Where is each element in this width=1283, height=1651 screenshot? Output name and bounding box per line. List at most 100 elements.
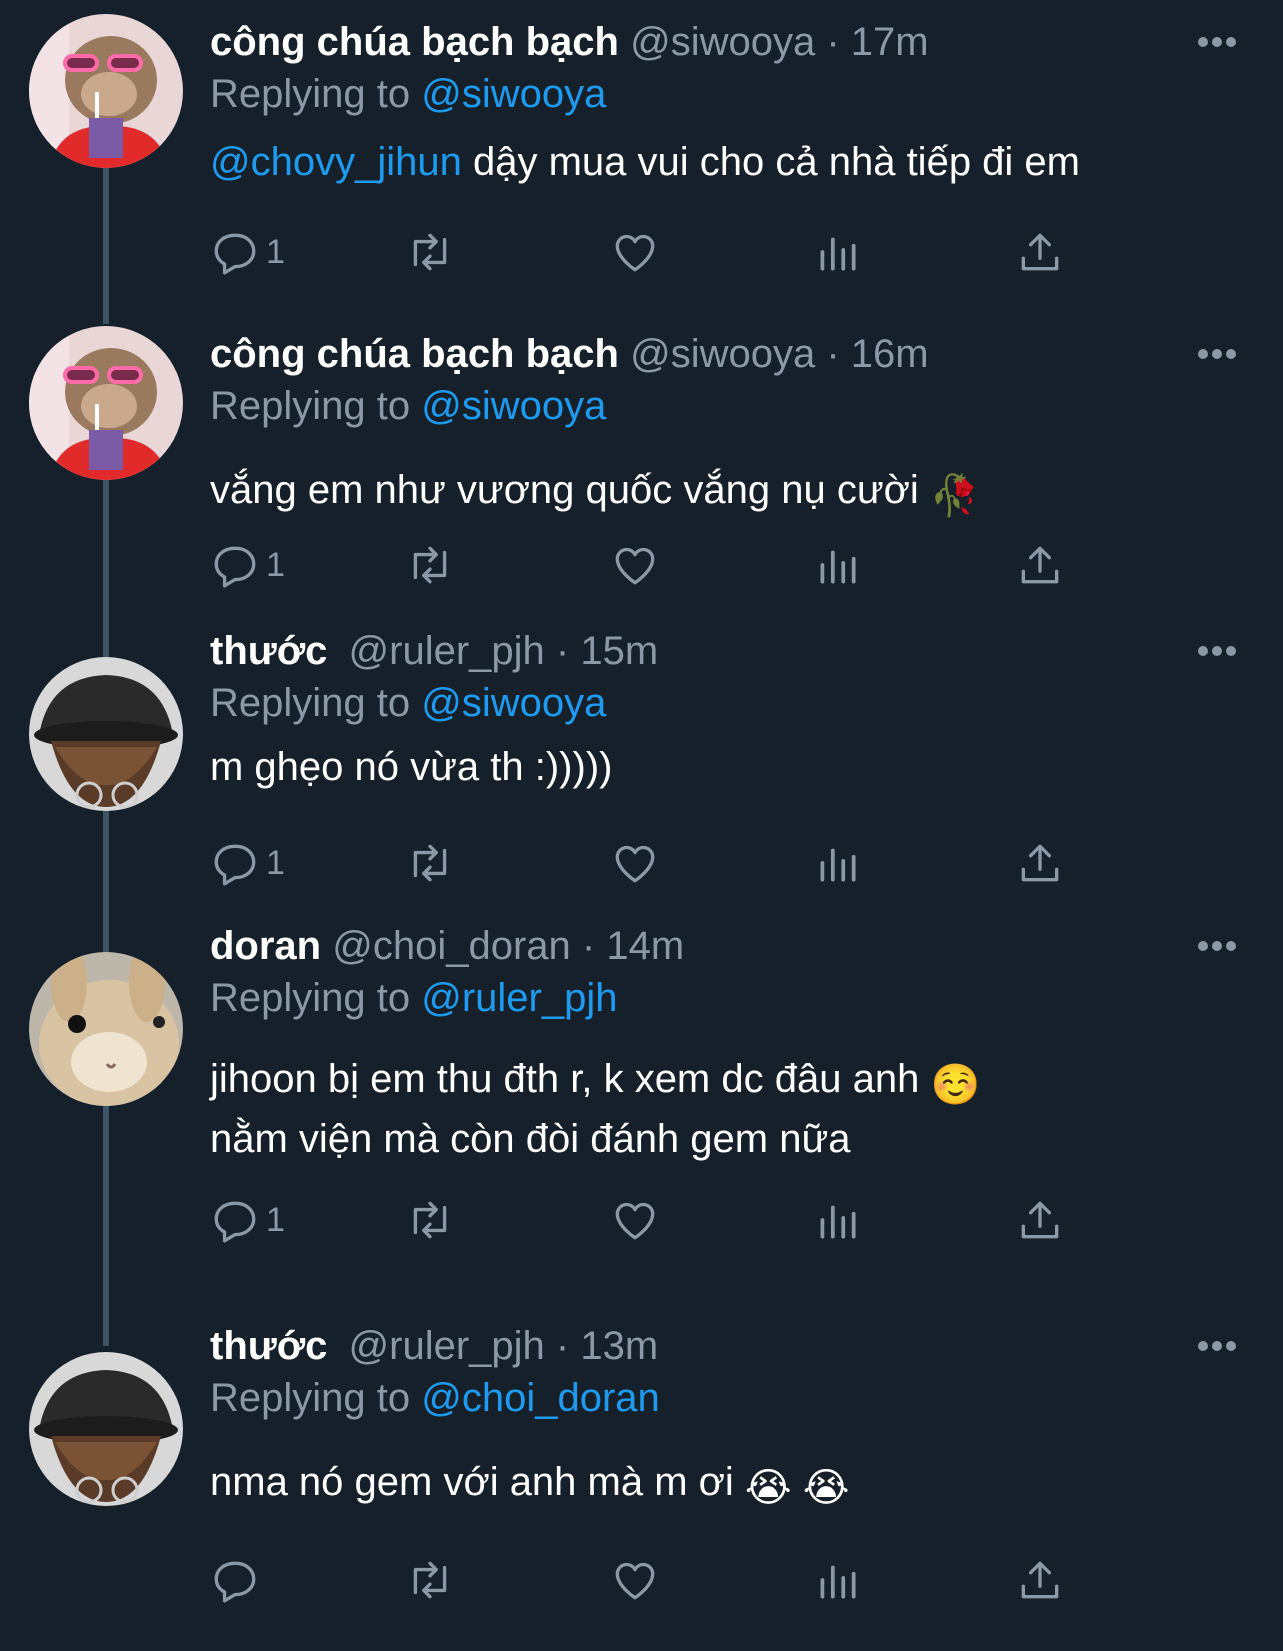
replying-prefix: Replying to: [210, 681, 411, 725]
replying-prefix: Replying to: [210, 384, 411, 428]
more-icon[interactable]: [1197, 1339, 1237, 1353]
share-icon: [1021, 1201, 1059, 1239]
user-handle[interactable]: @siwooya: [630, 20, 815, 64]
replying-mention[interactable]: @siwooya: [421, 384, 606, 428]
like-button[interactable]: [610, 833, 660, 893]
views-button[interactable]: [812, 1550, 862, 1610]
user-handle[interactable]: @choi_doran: [332, 924, 571, 968]
display-name[interactable]: công chúa bạch bạch: [210, 20, 619, 64]
more-icon[interactable]: [1197, 644, 1237, 658]
reply-button[interactable]: 1: [210, 1190, 285, 1250]
replying-mention[interactable]: @choi_doran: [421, 1376, 660, 1420]
like-button[interactable]: [610, 222, 660, 282]
views-icon: [820, 1565, 856, 1599]
wilted-rose-emoji: 🥀: [929, 474, 980, 518]
views-icon: [820, 848, 856, 882]
tweet[interactable]: công chúa bạch bạch @siwooya · 16m Reply…: [0, 310, 1283, 625]
action-bar: 1: [210, 1190, 1130, 1250]
body-text: dậy mua vui cho cả nhà tiếp đi em: [461, 140, 1080, 184]
reply-count: 1: [266, 843, 285, 882]
replying-mention[interactable]: @ruler_pjh: [421, 976, 617, 1020]
display-name[interactable]: thước: [210, 1324, 327, 1368]
share-icon: [1021, 1561, 1059, 1599]
share-button[interactable]: [1015, 833, 1065, 893]
reply-button[interactable]: 1: [210, 833, 285, 893]
like-icon: [615, 1562, 655, 1600]
reply-icon: [214, 546, 256, 588]
body-text-line2: nằm viện mà còn đòi đánh gem nữa: [210, 1117, 851, 1161]
tweet-header: doran @choi_doran · 14m: [210, 920, 684, 972]
retweet-icon: [413, 233, 447, 271]
timestamp[interactable]: · 14m: [582, 924, 684, 968]
share-button[interactable]: [1015, 1550, 1065, 1610]
avatar[interactable]: [29, 326, 183, 480]
tweet-header: thước @ruler_pjh · 15m: [210, 625, 658, 677]
more-icon[interactable]: [1197, 35, 1237, 49]
reply-button[interactable]: [210, 1550, 266, 1610]
timestamp[interactable]: · 16m: [826, 332, 928, 376]
tweet[interactable]: thước @ruler_pjh · 15m Replying to @siwo…: [0, 625, 1283, 920]
views-icon: [820, 550, 856, 584]
share-button[interactable]: [1015, 1190, 1065, 1250]
tweet[interactable]: doran @choi_doran · 14m Replying to @rul…: [0, 920, 1283, 1280]
views-button[interactable]: [812, 833, 862, 893]
user-handle[interactable]: @ruler_pjh: [349, 629, 545, 673]
share-icon: [1021, 844, 1059, 882]
avatar[interactable]: [29, 14, 183, 168]
tweet-text: m ghẹo nó vừa th :))))): [210, 740, 612, 794]
tweet-text: vắng em như vương quốc vắng nụ cười 🥀: [210, 463, 980, 523]
action-bar: [210, 1550, 1130, 1610]
timestamp[interactable]: · 13m: [556, 1324, 658, 1368]
replying-mention[interactable]: @siwooya: [421, 681, 606, 725]
avatar[interactable]: [29, 1352, 183, 1506]
retweet-button[interactable]: [405, 1550, 455, 1610]
smiling-face-emoji: ☺️: [930, 1063, 981, 1107]
reply-count: 1: [266, 545, 285, 584]
like-icon: [615, 547, 655, 585]
display-name[interactable]: thước: [210, 629, 327, 673]
retweet-button[interactable]: [405, 833, 455, 893]
timestamp[interactable]: · 17m: [826, 20, 928, 64]
reply-icon: [214, 1201, 256, 1243]
tweet-header: công chúa bạch bạch @siwooya · 17m: [210, 16, 929, 68]
body-mention[interactable]: @chovy_jihun: [210, 140, 462, 184]
tweet[interactable]: thước @ruler_pjh · 13m Replying to @choi…: [0, 1280, 1283, 1651]
more-icon[interactable]: [1197, 939, 1237, 953]
reply-icon: [214, 1561, 256, 1603]
display-name[interactable]: công chúa bạch bạch: [210, 332, 619, 376]
display-name[interactable]: doran: [210, 924, 321, 968]
more-icon[interactable]: [1197, 347, 1237, 361]
replying-prefix: Replying to: [210, 72, 411, 116]
retweet-button[interactable]: [405, 535, 455, 595]
tweet-header: thước @ruler_pjh · 13m: [210, 1320, 658, 1372]
action-bar: 1: [210, 535, 1130, 595]
user-handle[interactable]: @ruler_pjh: [349, 1324, 545, 1368]
views-button[interactable]: [812, 1190, 862, 1250]
tweet-text: nma nó gem với anh mà m ơi 😭 😭: [210, 1455, 850, 1515]
tweet[interactable]: công chúa bạch bạch @siwooya · 17m Reply…: [0, 0, 1283, 310]
timestamp[interactable]: · 15m: [556, 629, 658, 673]
reply-button[interactable]: 1: [210, 222, 285, 282]
reply-icon: [214, 844, 256, 886]
like-button[interactable]: [610, 1550, 660, 1610]
replying-to: Replying to @siwooya: [210, 677, 606, 729]
views-button[interactable]: [812, 535, 862, 595]
retweet-button[interactable]: [405, 1190, 455, 1250]
replying-mention[interactable]: @siwooya: [421, 72, 606, 116]
tweet-header: công chúa bạch bạch @siwooya · 16m: [210, 328, 929, 380]
replying-to: Replying to @choi_doran: [210, 1372, 660, 1424]
like-button[interactable]: [610, 1190, 660, 1250]
replying-to: Replying to @siwooya: [210, 380, 606, 432]
user-handle[interactable]: @siwooya: [630, 332, 815, 376]
replying-prefix: Replying to: [210, 976, 411, 1020]
share-button[interactable]: [1015, 535, 1065, 595]
views-button[interactable]: [812, 222, 862, 282]
like-button[interactable]: [610, 535, 660, 595]
avatar[interactable]: [29, 952, 183, 1106]
share-button[interactable]: [1015, 222, 1065, 282]
retweet-button[interactable]: [405, 222, 455, 282]
avatar[interactable]: [29, 657, 183, 811]
reply-button[interactable]: 1: [210, 535, 285, 595]
crying-face-emoji: 😭 😭: [744, 1466, 850, 1510]
views-icon: [820, 1205, 856, 1239]
